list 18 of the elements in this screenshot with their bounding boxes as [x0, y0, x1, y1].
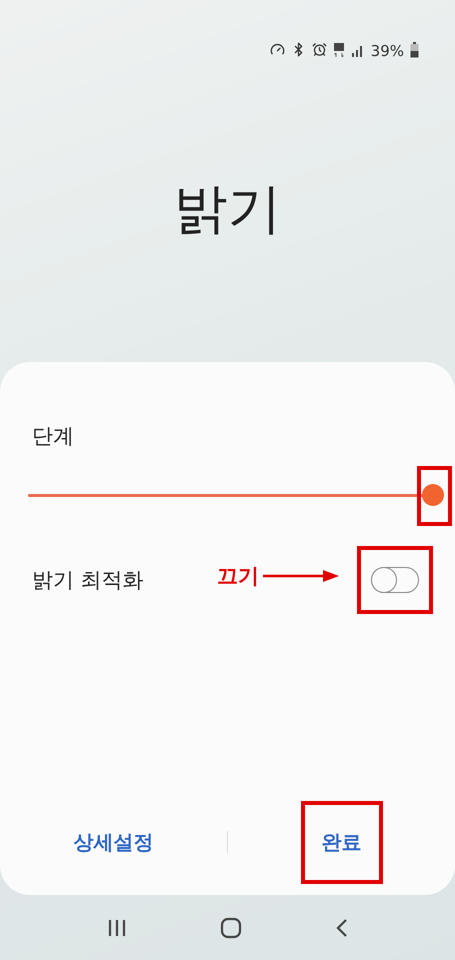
recent-apps-icon[interactable] [106, 918, 126, 938]
page-title: 밝기 [174, 182, 282, 242]
dialog-button[interactable]: 상세설정 [60, 820, 168, 864]
battery-icon [410, 42, 419, 58]
battery-percent: 39% [370, 42, 404, 60]
arrow-icon [263, 569, 339, 583]
gauge-icon [270, 42, 285, 57]
network-icon [332, 42, 345, 58]
adaptive-brightness-label: 밝기 최적화 [32, 567, 144, 594]
dialog-button[interactable]: 완료 [300, 800, 382, 884]
back-icon[interactable] [334, 918, 348, 938]
alarm-icon [312, 42, 327, 57]
home-icon[interactable] [220, 916, 242, 938]
level-label: 단계 [32, 423, 75, 450]
adaptive-toggle[interactable] [371, 567, 419, 593]
brightness-slider[interactable] [28, 483, 444, 507]
slider-thumb[interactable] [422, 484, 444, 506]
callout-text: 끄기 [217, 563, 259, 590]
